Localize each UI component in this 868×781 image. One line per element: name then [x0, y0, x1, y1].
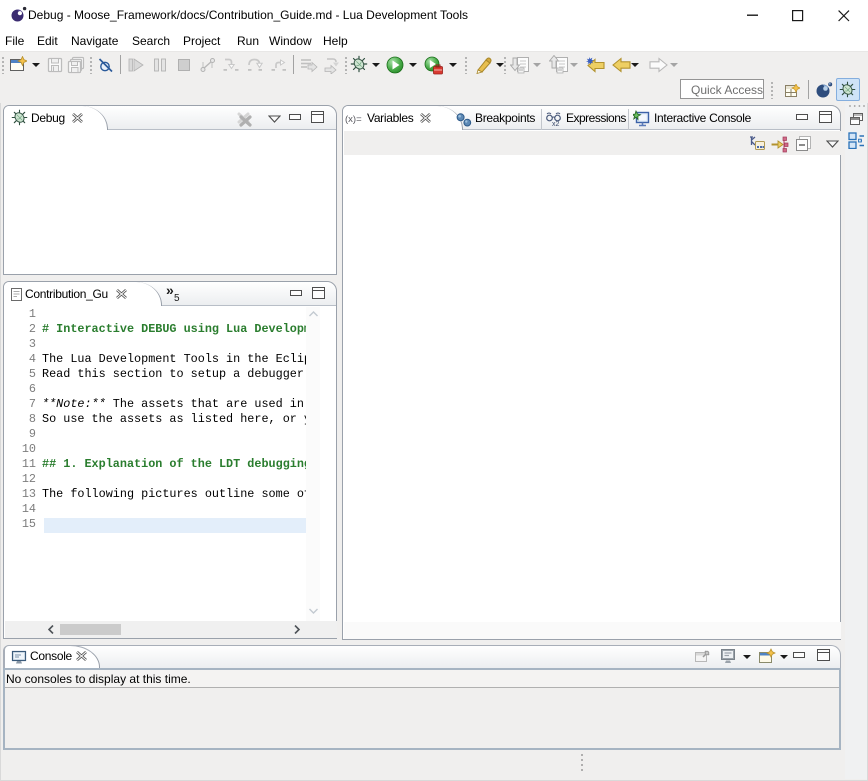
svg-text:x2: x2: [552, 121, 560, 127]
